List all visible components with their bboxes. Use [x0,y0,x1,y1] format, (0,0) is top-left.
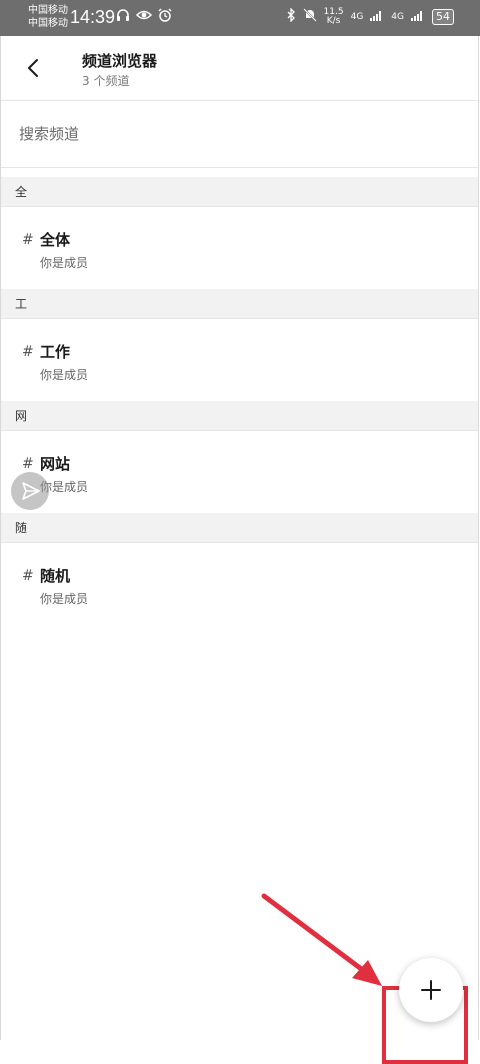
channel-name: 网站 [40,455,71,473]
search-bar [1,101,478,168]
back-button[interactable] [17,50,49,86]
channel-browser-page: 频道浏览器 3 个频道 全 # 全体 你是成员 工 # 工作 你是成员 网 # … [0,36,479,1064]
channel-name: 工作 [40,343,71,361]
app-header: 频道浏览器 3 个频道 [1,36,478,101]
hash-icon: # [22,232,34,248]
carrier-2: 中国移动 [28,18,68,29]
arrow-left-icon [28,59,38,77]
headphones-icon [116,8,130,26]
carrier-1: 中国移动 [28,5,68,16]
membership-status: 你是成员 [40,368,89,382]
channel-row-website[interactable]: # 网站 你是成员 [1,431,478,514]
signal-2-label: 4G [391,12,404,22]
hash-icon: # [22,344,34,360]
status-time: 14:39 [70,7,116,27]
hash-icon: # [22,456,34,472]
speed-unit: K/s [326,16,341,26]
channel-row-all[interactable]: # 全体 你是成员 [1,207,478,290]
search-input[interactable] [19,121,439,147]
network-speed: 11.5 K/s [324,8,344,26]
create-channel-button[interactable] [399,958,463,1022]
floating-send-button[interactable] [11,472,49,510]
signal-bars-icon [411,9,425,25]
channel-name: 全体 [40,231,71,249]
mute-bell-icon [302,8,317,26]
channel-count: 3 个频道 [82,74,130,88]
status-icons-left [116,8,172,26]
signal-1-label: 4G [350,12,364,22]
send-icon [22,482,40,500]
membership-status: 你是成员 [40,256,89,270]
channel-name: 随机 [40,567,71,585]
carrier-info: 中国移动 中国移动 [28,4,68,30]
membership-status: 你是成员 [40,592,89,606]
section-header: 工 [1,289,478,319]
hash-icon: # [22,568,34,584]
signal-bars-icon [370,9,384,25]
battery-indicator: 54 [432,9,454,25]
bluetooth-icon [286,7,296,26]
status-bar: 中国移动 中国移动 14:39 11.5 K/s 4G 4G 54 [0,0,480,36]
channel-row-work[interactable]: # 工作 你是成员 [1,319,478,402]
channel-row-random[interactable]: # 随机 你是成员 [1,543,478,625]
alarm-icon [158,8,172,26]
section-header: 随 [1,513,478,543]
section-header: 全 [1,177,478,207]
section-header: 网 [1,401,478,431]
status-icons-right: 11.5 K/s 4G 4G 54 [286,7,454,26]
eye-icon [135,8,153,26]
annotation-arrow [261,893,382,986]
plus-icon [421,980,441,1000]
page-title: 频道浏览器 [82,52,158,70]
